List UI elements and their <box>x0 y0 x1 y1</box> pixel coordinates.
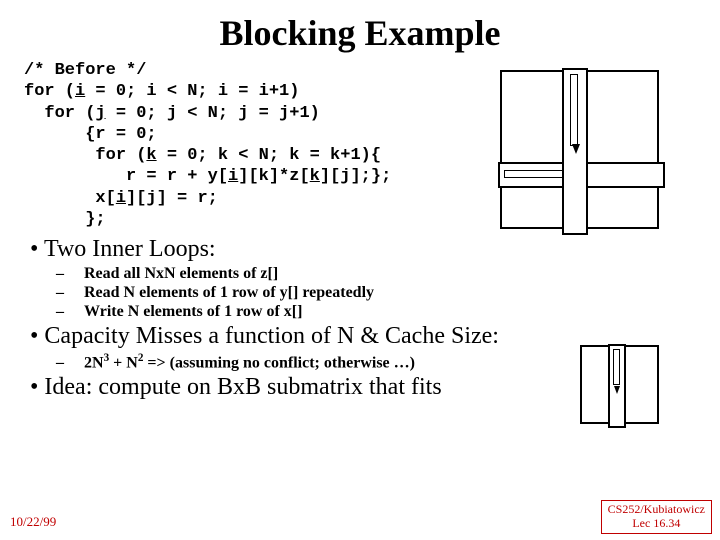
arrow-body <box>613 349 620 385</box>
code-line: for (j = 0; j < N; j = j+1) <box>24 104 320 123</box>
bullet-sub: –Read all NxN elements of z[] <box>70 265 690 283</box>
footer-date: 10/22/99 <box>10 514 56 530</box>
var-j: j <box>95 104 105 123</box>
code-line: /* Before */ <box>24 61 146 80</box>
arrow-body <box>570 74 578 146</box>
code-line: r = r + y[i][k]*z[k][j];}; <box>24 167 391 186</box>
var-k: k <box>310 167 320 186</box>
var-i: i <box>116 189 126 208</box>
var-i: i <box>228 167 238 186</box>
var-i: i <box>75 82 85 101</box>
slide-title: Blocking Example <box>0 0 720 60</box>
arrow-down-icon <box>614 386 620 394</box>
code-line: for (k = 0; k < N; k = k+1){ <box>24 146 381 165</box>
bullet-sub: –Write N elements of 1 row of x[] <box>70 303 690 321</box>
code-line: for (i = 0; i < N; i = i+1) <box>24 82 299 101</box>
matrix-diagram-small <box>580 345 659 424</box>
code-line: {r = 0; <box>24 125 157 144</box>
bullet-sub: –Read N elements of 1 row of y[] repeate… <box>70 284 690 302</box>
code-line: x[i][j] = r; <box>24 189 218 208</box>
footer-course: CS252/Kubiatowicz Lec 16.34 <box>601 500 712 534</box>
arrow-down-icon <box>572 144 580 154</box>
matrix-diagram-large <box>500 70 659 229</box>
code-line: }; <box>24 210 106 229</box>
column-sweep-bar <box>562 68 588 235</box>
column-sweep-bar <box>608 344 626 428</box>
var-k: k <box>146 146 156 165</box>
bullet-heading: • Two Inner Loops: <box>30 236 690 263</box>
